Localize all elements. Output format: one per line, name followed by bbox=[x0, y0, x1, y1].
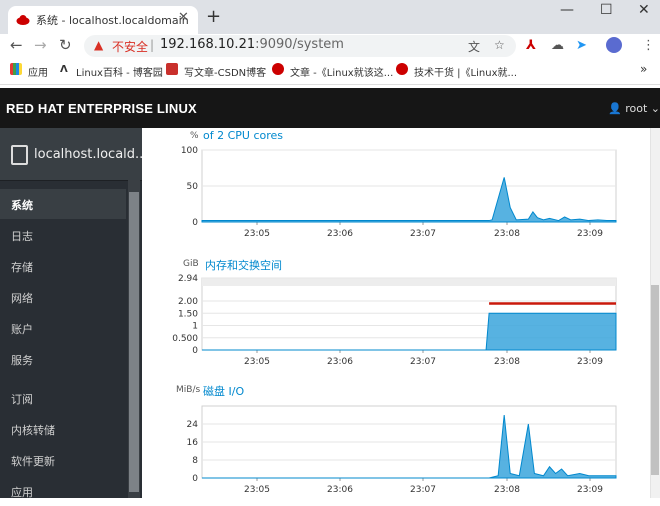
chevron-down-icon: ⌄ bbox=[650, 102, 660, 115]
memory-graph: 2.94 2.00 1.50 1 0.500 0 23:05 23:06 23:07 23:08 2… bbox=[172, 274, 617, 367]
menu-icon[interactable]: ⋮ bbox=[642, 38, 655, 53]
y-tick-label: 24 bbox=[187, 420, 199, 430]
avatar[interactable] bbox=[606, 37, 622, 53]
x-tick-label: 23:06 bbox=[327, 229, 353, 239]
tab-title: 系统 - localhost.localdomain bbox=[36, 14, 189, 27]
x-tick-label: 23:05 bbox=[244, 229, 270, 239]
sidebar-item-services[interactable]: 服务 bbox=[0, 344, 126, 374]
user-name: root bbox=[625, 102, 648, 115]
sidebar-item-label: 网络 bbox=[11, 292, 33, 305]
x-tick-label: 23:08 bbox=[494, 485, 520, 495]
window-close-icon[interactable]: ✕ bbox=[638, 2, 650, 18]
y-tick-label: 2.00 bbox=[178, 297, 198, 307]
bookmark-linux-book[interactable]: 文章 -《Linux就该这... bbox=[290, 64, 393, 79]
redhat-favicon-icon bbox=[16, 15, 30, 25]
url-path: :9090/system bbox=[255, 37, 344, 52]
bookmark-csdn[interactable]: 写文章-CSDN博客 bbox=[184, 64, 266, 79]
x-tick-label: 23:09 bbox=[577, 229, 603, 239]
x-tick-label: 23:05 bbox=[244, 357, 270, 367]
y-tick-label: 100 bbox=[181, 146, 198, 156]
y-tick-label: 0 bbox=[192, 218, 198, 228]
user-icon: 👤 bbox=[608, 102, 622, 115]
divider: | bbox=[150, 38, 155, 52]
bookmark-linux-cnblogs[interactable]: Linux百科 - 博客园 bbox=[76, 64, 163, 79]
redhat-bookmark-icon bbox=[272, 63, 284, 75]
sidebar-item-label: 软件更新 bbox=[11, 455, 55, 468]
tab-close-icon[interactable]: ✕ bbox=[178, 10, 189, 25]
sidebar-item-system[interactable]: 系统 bbox=[0, 189, 126, 219]
host-name[interactable]: localhost.locald... bbox=[34, 147, 147, 162]
star-icon[interactable]: ☆ bbox=[494, 38, 505, 52]
x-tick-label: 23:05 bbox=[244, 485, 270, 495]
pdf-extension-icon[interactable]: ⅄ bbox=[526, 38, 536, 53]
y-tick-label: 8 bbox=[192, 456, 198, 466]
y-tick-label: 0.500 bbox=[172, 334, 198, 344]
sidebar-item-label: 账户 bbox=[11, 323, 33, 336]
url-host: 192.168.10.21 bbox=[160, 37, 256, 52]
capacity-band bbox=[202, 278, 616, 286]
maximize-icon[interactable]: ☐ bbox=[600, 2, 613, 18]
y-tick-label: 0 bbox=[192, 474, 198, 484]
sidebar-item-accounts[interactable]: 账户 bbox=[0, 313, 126, 343]
y-tick-label: 50 bbox=[187, 182, 199, 192]
disk-unit-label: MiB/s bbox=[176, 385, 201, 395]
sidebar-item-updates[interactable]: 软件更新 bbox=[0, 445, 126, 475]
csdn-icon bbox=[166, 63, 178, 75]
sidebar-item-label: 订阅 bbox=[11, 393, 33, 406]
security-status[interactable]: 不安全 bbox=[112, 38, 148, 55]
x-tick-label: 23:07 bbox=[410, 357, 436, 367]
x-tick-label: 23:07 bbox=[410, 229, 436, 239]
sidebar-item-label: 系统 bbox=[11, 199, 33, 212]
content-scrollbar-thumb[interactable] bbox=[651, 285, 659, 475]
x-tick-label: 23:09 bbox=[577, 485, 603, 495]
back-icon[interactable]: ← bbox=[10, 36, 23, 54]
redhat-bookmark-icon bbox=[396, 63, 408, 75]
forward-icon[interactable]: → bbox=[34, 36, 47, 54]
bookmark-apps[interactable]: 应用 bbox=[28, 64, 48, 79]
user-menu[interactable]: 👤 root ⌄ bbox=[608, 102, 660, 115]
disk-graph: 24 16 8 0 23:05 23:06 23:07 23:08 23:09 bbox=[187, 405, 617, 495]
apps-icon bbox=[10, 63, 22, 75]
sidebar-scrollbar-thumb[interactable] bbox=[129, 192, 139, 492]
telegram-extension-icon[interactable]: ➤ bbox=[576, 38, 587, 53]
y-tick-label: 2.94 bbox=[178, 274, 198, 284]
cpu-graph: 100 50 0 23:05 23:06 23:07 23:08 23:09 bbox=[181, 146, 617, 239]
url-text[interactable]: 192.168.10.21:9090/system bbox=[160, 37, 344, 52]
sidebar-item-storage[interactable]: 存储 bbox=[0, 251, 126, 281]
x-tick-label: 23:08 bbox=[494, 229, 520, 239]
y-tick-label: 1.50 bbox=[178, 309, 198, 319]
sidebar-item-label: 内核转储 bbox=[11, 424, 55, 437]
y-tick-label: 0 bbox=[192, 346, 198, 356]
linux-logo-icon: Ʌ bbox=[60, 64, 68, 75]
sidebar-item-label: 日志 bbox=[11, 230, 33, 243]
sidebar-item-subscriptions[interactable]: 订阅 bbox=[0, 383, 126, 413]
brand-title: RED HAT ENTERPRISE LINUX bbox=[6, 101, 197, 116]
address-bar[interactable]: ▲ 不安全 | 192.168.10.21:9090/system 文 ☆ bbox=[84, 35, 516, 57]
reload-icon[interactable]: ↻ bbox=[59, 36, 72, 54]
minimize-icon[interactable]: — bbox=[560, 2, 574, 18]
warning-icon[interactable]: ▲ bbox=[94, 38, 103, 52]
x-tick-label: 23:06 bbox=[327, 357, 353, 367]
browser-tab[interactable]: 系统 - localhost.localdomain ✕ bbox=[8, 6, 198, 34]
sidebar-item-kdump[interactable]: 内核转储 bbox=[0, 414, 126, 444]
cloud-extension-icon[interactable]: ☁ bbox=[551, 38, 564, 53]
x-tick-label: 23:09 bbox=[577, 357, 603, 367]
y-tick-label: 16 bbox=[187, 438, 199, 448]
more-bookmarks-icon[interactable]: » bbox=[640, 62, 647, 76]
bookmark-linux-tech[interactable]: 技术干货 |《Linux就... bbox=[414, 64, 517, 79]
x-tick-label: 23:07 bbox=[410, 485, 436, 495]
y-tick-label: 1 bbox=[192, 322, 198, 332]
server-icon bbox=[11, 145, 28, 165]
sidebar-item-label: 存储 bbox=[11, 261, 33, 274]
sidebar-item-logs[interactable]: 日志 bbox=[0, 220, 126, 250]
sidebar-item-apps[interactable]: 应用 bbox=[0, 476, 126, 506]
x-tick-label: 23:08 bbox=[494, 357, 520, 367]
x-tick-label: 23:06 bbox=[327, 485, 353, 495]
sidebar-item-network[interactable]: 网络 bbox=[0, 282, 126, 312]
translate-icon[interactable]: 文 bbox=[468, 38, 480, 55]
new-tab-icon[interactable]: + bbox=[206, 6, 221, 27]
sidebar-item-label: 服务 bbox=[11, 354, 33, 367]
